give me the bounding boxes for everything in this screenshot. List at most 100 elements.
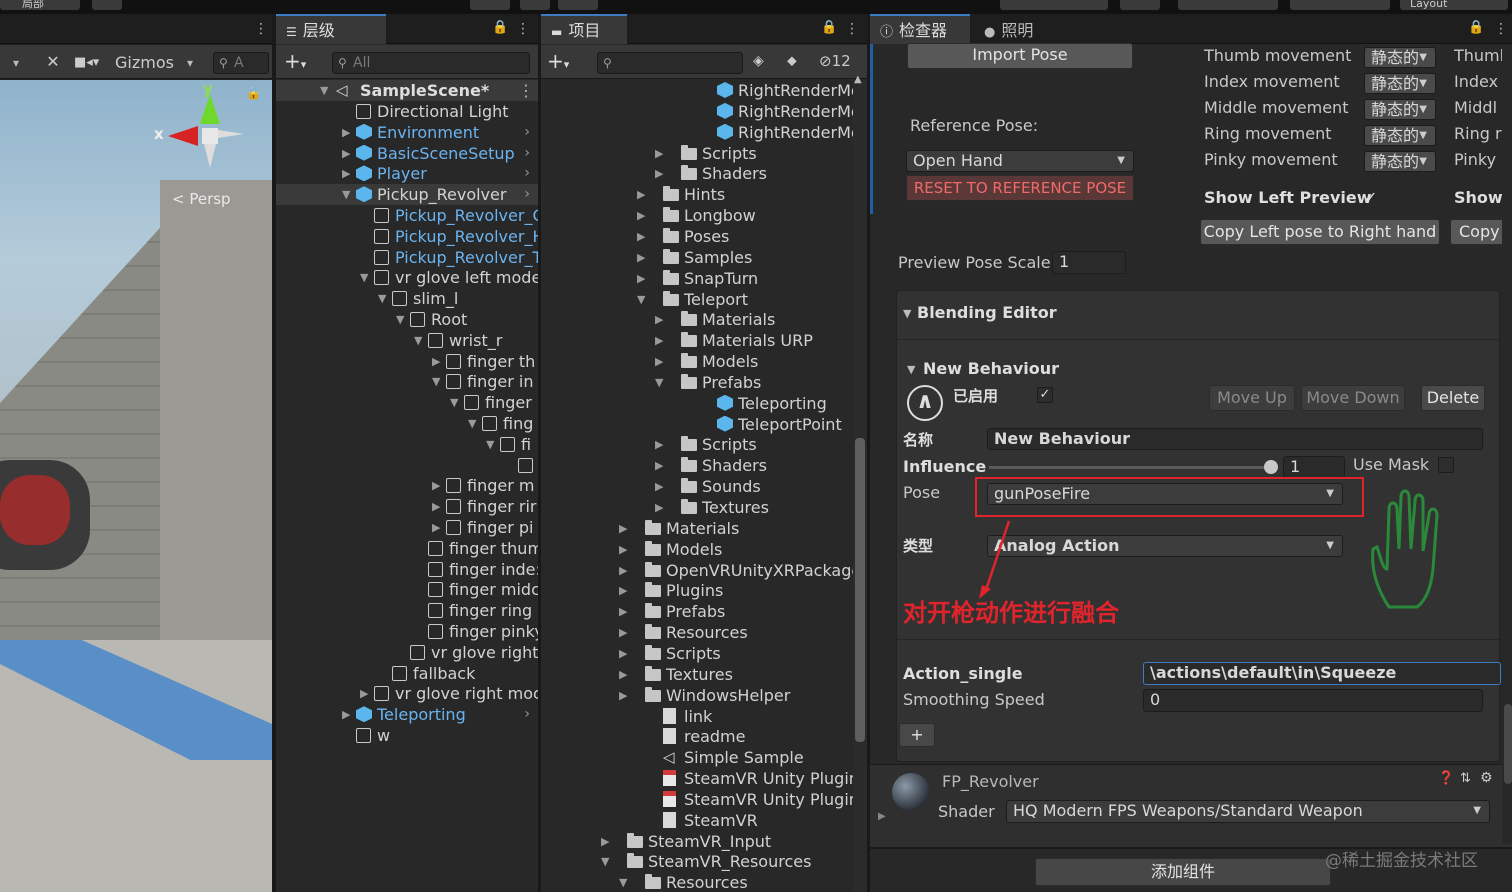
toolbar-button[interactable]: [1290, 0, 1390, 10]
project-row[interactable]: RightRenderModel: [541, 101, 867, 122]
type-dropdown[interactable]: Analog Action ▼: [987, 535, 1343, 557]
finger-movement-dropdown[interactable]: 静态的 ▼: [1364, 151, 1436, 172]
expand-arrow-icon[interactable]: ▶: [619, 601, 627, 622]
toolbar-button[interactable]: [92, 0, 122, 10]
influence-field[interactable]: 1: [1283, 456, 1345, 478]
finger-movement-dropdown[interactable]: 静态的 ▼: [1364, 47, 1436, 68]
expand-arrow-icon[interactable]: ▶: [655, 497, 663, 518]
project-row[interactable]: ◁ Simple Sample: [541, 747, 853, 768]
scene-menu-icon[interactable]: ⋮: [254, 22, 268, 36]
hierarchy-row[interactable]: fallback: [276, 663, 538, 684]
expand-arrow-icon[interactable]: ▶: [432, 475, 440, 496]
name-field[interactable]: New Behaviour: [987, 428, 1483, 450]
collapse-arrow-icon[interactable]: ▼: [468, 413, 476, 434]
delete-button[interactable]: Delete: [1421, 385, 1485, 411]
project-row[interactable]: ▶ Prefabs: [541, 601, 853, 622]
add-object-button[interactable]: +▾: [284, 49, 306, 73]
toolbar-button[interactable]: [1000, 0, 1108, 10]
hierarchy-row[interactable]: vr glove right: [276, 642, 538, 663]
lock-icon[interactable]: 🔒: [492, 20, 508, 35]
expand-arrow-icon[interactable]: ▶: [655, 476, 663, 497]
project-scrollbar[interactable]: ▲: [853, 74, 867, 892]
hierarchy-row[interactable]: ▶ Player ›: [276, 163, 538, 184]
chevron-right-icon[interactable]: ›: [524, 143, 530, 164]
project-row[interactable]: ▶ OpenVRUnityXRPackage: [541, 560, 861, 581]
scene-row[interactable]: ▼ ◁ SampleScene* ⋮: [276, 80, 538, 101]
collapse-arrow-icon[interactable]: ▼: [414, 330, 422, 351]
expand-arrow-icon[interactable]: ▶: [619, 664, 627, 685]
project-row[interactable]: ▶ Plugins: [541, 580, 853, 601]
expand-arrow-icon[interactable]: ▶: [655, 455, 663, 476]
finger-movement-dropdown[interactable]: 静态的 ▼: [1364, 125, 1436, 146]
hierarchy-row[interactable]: ▼ vr glove left mode: [276, 267, 538, 288]
hierarchy-row[interactable]: finger thum: [276, 538, 538, 559]
gear-icon[interactable]: ⚙: [1480, 770, 1493, 786]
project-row[interactable]: SteamVR Unity Plugin: [541, 789, 859, 810]
tab-project[interactable]: ▬ 项目: [541, 14, 627, 44]
project-row[interactable]: ▶ Models: [541, 539, 853, 560]
project-row[interactable]: ▼ Resources: [541, 872, 853, 892]
hierarchy-row[interactable]: ▶ finger rir: [276, 496, 538, 517]
project-row[interactable]: readme: [541, 726, 853, 747]
project-row[interactable]: TeleportPoint: [541, 414, 853, 435]
expand-arrow-icon[interactable]: ▶: [432, 517, 440, 538]
collapse-arrow-icon[interactable]: ▼: [486, 434, 494, 455]
camera-icon[interactable]: ■◂▾: [74, 52, 110, 74]
project-row[interactable]: ▶ Scripts: [541, 143, 853, 164]
collapse-arrow-icon[interactable]: ▼: [432, 371, 440, 392]
chevron-right-icon[interactable]: ›: [524, 704, 530, 725]
move-down-button[interactable]: Move Down: [1301, 385, 1405, 411]
hierarchy-row[interactable]: ▶ finger m: [276, 475, 538, 496]
project-row[interactable]: RightRenderModel Slin: [541, 80, 867, 101]
inspector-menu-icon[interactable]: ⋮: [1494, 22, 1508, 36]
chevron-right-icon[interactable]: ›: [524, 122, 530, 143]
project-row[interactable]: ▶ WindowsHelper: [541, 685, 853, 706]
play-button[interactable]: [470, 0, 510, 10]
finger-movement-dropdown[interactable]: 静态的 ▼: [1364, 99, 1436, 120]
lock-icon[interactable]: 🔒: [246, 86, 261, 100]
project-row[interactable]: ▶ Shaders: [541, 163, 853, 184]
expand-arrow-icon[interactable]: ▶: [637, 247, 645, 268]
project-row[interactable]: ▶ Shaders: [541, 455, 853, 476]
collapse-arrow-icon[interactable]: ▼: [637, 289, 645, 310]
show-left-preview-checkbox[interactable]: ✓: [1364, 188, 1377, 207]
expand-arrow-icon[interactable]: ▶: [619, 685, 627, 706]
collapse-arrow-icon[interactable]: ▼: [396, 309, 404, 330]
hierarchy-row[interactable]: ▼ Pickup_Revolver ›: [276, 184, 538, 206]
tab-lighting[interactable]: ● 照明: [974, 14, 1054, 44]
tab-inspector[interactable]: ⓘ 检查器: [870, 14, 970, 44]
expand-arrow-icon[interactable]: ▶: [637, 226, 645, 247]
hierarchy-row[interactable]: ▼ wrist_r: [276, 330, 538, 351]
project-row[interactable]: ▶ SteamVR_Input: [541, 831, 853, 852]
hierarchy-row[interactable]: ▼ slim_l: [276, 288, 538, 309]
hierarchy-row[interactable]: w: [276, 725, 538, 746]
hierarchy-row[interactable]: finger pinky: [276, 621, 538, 642]
expand-arrow-icon[interactable]: ▶: [342, 163, 350, 184]
hierarchy-row[interactable]: Directional Light: [276, 101, 538, 122]
expand-arrow-icon[interactable]: ▶: [432, 496, 440, 517]
hierarchy-row[interactable]: ▼ Root: [276, 309, 538, 330]
expand-arrow-icon[interactable]: ▶: [655, 330, 663, 351]
collapse-arrow-icon[interactable]: ▼: [655, 372, 663, 393]
hierarchy-row[interactable]: finger midc: [276, 579, 538, 600]
project-row[interactable]: ▶ SnapTurn: [541, 268, 853, 289]
project-row[interactable]: ▶ Hints: [541, 184, 853, 205]
expand-arrow-icon[interactable]: ▶: [637, 184, 645, 205]
tools-icon[interactable]: ✕: [42, 51, 64, 73]
project-row[interactable]: Teleporting: [541, 393, 853, 414]
collapse-arrow-icon[interactable]: ▼: [601, 851, 609, 872]
collapse-arrow-icon[interactable]: ▼: [619, 872, 627, 892]
smoothing-speed-field[interactable]: 0: [1143, 689, 1483, 712]
search-by-type-icon[interactable]: ◈: [753, 53, 764, 69]
hierarchy-row[interactable]: ▶ finger th: [276, 351, 538, 372]
hierarchy-row[interactable]: Pickup_Revolver_C: [276, 205, 538, 226]
expand-arrow-icon[interactable]: ▶: [655, 163, 663, 184]
hierarchy-row[interactable]: ▼ fing: [276, 413, 538, 434]
expand-arrow-icon[interactable]: ▶: [655, 351, 663, 372]
expand-arrow-icon[interactable]: ▶: [619, 643, 627, 664]
project-row[interactable]: SteamVR Unity Plugin - Input S: [541, 768, 867, 789]
hierarchy-row[interactable]: finger ring: [276, 600, 538, 621]
collapse-arrow-icon[interactable]: ▼: [450, 392, 458, 413]
hierarchy-row[interactable]: [276, 455, 538, 476]
hidden-packages-icon[interactable]: ⊘12: [819, 52, 851, 70]
